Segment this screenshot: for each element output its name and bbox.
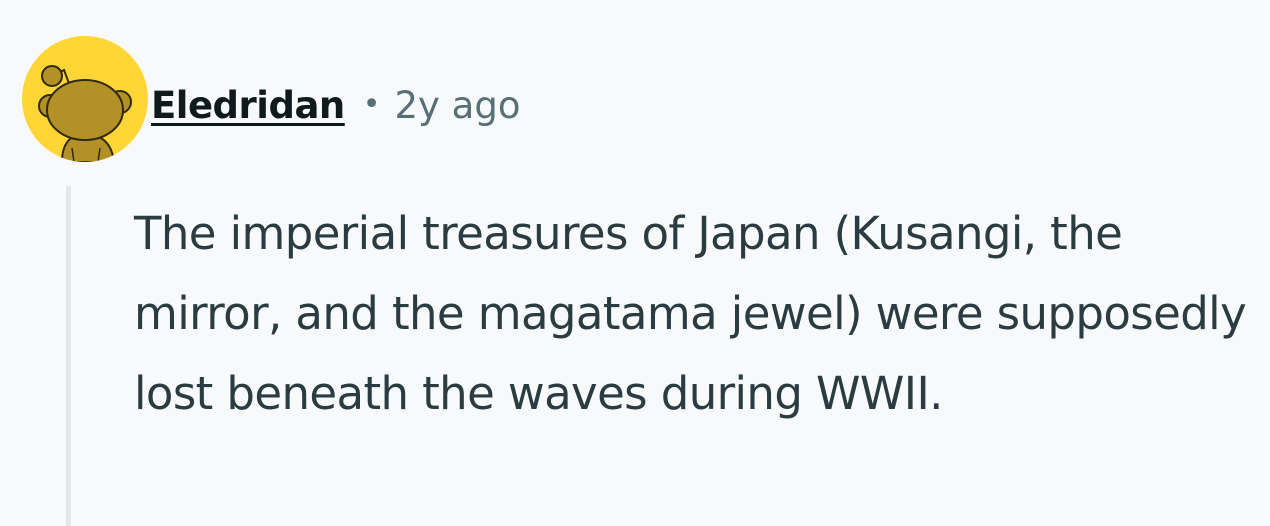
snoo-avatar-icon <box>38 65 132 162</box>
meta-separator: • <box>362 86 381 122</box>
timestamp[interactable]: 2y ago <box>394 84 520 127</box>
comment-meta: Eledridan • 2y ago <box>151 82 520 128</box>
comment-body: The imperial treasures of Japan (Kusangi… <box>134 207 1247 420</box>
avatar[interactable] <box>22 36 148 162</box>
comment: Eledridan • 2y ago The imperial treasure… <box>0 0 1270 526</box>
thread-collapse-line[interactable] <box>66 186 71 526</box>
author-link[interactable]: Eledridan <box>151 84 345 127</box>
